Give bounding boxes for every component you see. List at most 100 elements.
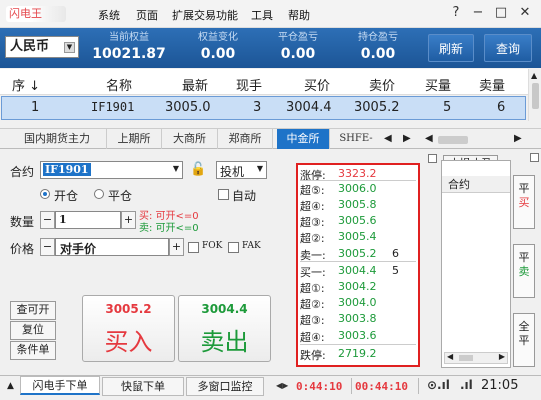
close-radio[interactable] xyxy=(94,189,104,199)
limit-up-price: 3323.2 xyxy=(338,167,377,180)
divider xyxy=(351,378,352,394)
qty-input[interactable]: 1 xyxy=(55,211,121,229)
depth-sell-label: 超②: xyxy=(300,232,325,245)
fak-checkbox[interactable] xyxy=(228,242,239,253)
col-header-name[interactable]: 名称 xyxy=(106,75,132,94)
conditional-order-button[interactable]: 条件单 xyxy=(10,341,56,360)
col-header-bid[interactable]: 买价 xyxy=(304,75,330,94)
exchange-time: 0:44:10 xyxy=(296,380,343,393)
sell-button[interactable]: 3004.4 卖出 xyxy=(178,295,271,362)
status-scroll-icon[interactable]: ◀▶ xyxy=(276,381,288,390)
btn-line: 平 xyxy=(518,251,530,264)
depth-buy-label: 超②: xyxy=(300,298,325,311)
price-plus-button[interactable]: + xyxy=(169,238,184,256)
depth-sell-price[interactable]: 3006.0 xyxy=(338,182,377,195)
close-buy-button[interactable]: 平买 xyxy=(513,175,535,229)
depth-bid1-label: 买一: xyxy=(300,266,326,279)
stop-panel-toggle[interactable] xyxy=(530,153,539,162)
tab-multi-window-monitor[interactable]: 多窗口监控 xyxy=(186,377,264,396)
depth-collapse-toggle[interactable] xyxy=(428,154,437,163)
tab-quick-mouse-order[interactable]: 快鼠下单 xyxy=(102,377,184,396)
fok-checkbox[interactable] xyxy=(188,242,199,253)
tab-dce[interactable]: 大商所 xyxy=(162,129,218,149)
clock-time: 21:05 xyxy=(481,378,519,393)
depth-buy-price[interactable]: 3004.0 xyxy=(338,296,377,309)
auto-checkbox[interactable] xyxy=(218,189,229,200)
tab-domestic-main[interactable]: 国内期货主力 xyxy=(8,129,107,149)
cell-index: 1 xyxy=(31,100,40,115)
depth-buy-price[interactable]: 3003.6 xyxy=(338,329,377,342)
qty-value: 1 xyxy=(59,213,67,226)
arrow-up-icon[interactable]: ▲ xyxy=(531,71,537,80)
depth-bid1-volume: 5 xyxy=(392,264,399,277)
hscroll-right-icon[interactable]: ▶ xyxy=(514,133,522,144)
tab-cffex[interactable]: 中金所 xyxy=(277,129,330,149)
depth-sell-label: 超⑤: xyxy=(300,184,325,197)
tab-czce[interactable]: 郑商所 xyxy=(218,129,273,149)
summary-value: 0.00 xyxy=(280,46,316,62)
hscroll-left-icon[interactable]: ◀ xyxy=(425,133,433,144)
tab-scroll-right-icon[interactable]: ▶ xyxy=(403,133,411,144)
depth-sell-price[interactable]: 3005.6 xyxy=(338,214,377,227)
currency-select[interactable]: 人民币 ▼ xyxy=(5,36,79,58)
menu-system[interactable]: 系统 xyxy=(98,7,120,23)
sell-label: 卖出 xyxy=(200,328,249,356)
btn-line: 全 xyxy=(518,320,530,333)
tab-shfe-en[interactable]: SHFE- xyxy=(335,129,377,149)
help-icon[interactable]: ? xyxy=(447,4,465,22)
menu-page[interactable]: 页面 xyxy=(136,7,158,23)
lock-icon[interactable]: 🔓 xyxy=(190,162,206,177)
col-header-ask-volume[interactable]: 卖量 xyxy=(479,75,505,94)
depth-sell-price[interactable]: 3005.4 xyxy=(338,230,377,243)
depth-buy-price[interactable]: 3003.8 xyxy=(338,312,377,325)
close-icon[interactable]: ✕ xyxy=(516,4,534,22)
minimize-icon[interactable]: − xyxy=(469,4,487,22)
depth-buy-price[interactable]: 3004.2 xyxy=(338,280,377,293)
depth-sell-price[interactable]: 3005.8 xyxy=(338,198,377,211)
col-header-last-volume[interactable]: 现手 xyxy=(236,75,262,94)
contract-label: 合约 xyxy=(10,165,35,179)
hscroll-thumb[interactable] xyxy=(438,136,468,144)
open-label: 开仓 xyxy=(54,189,79,203)
menu-tools[interactable]: 工具 xyxy=(251,7,273,23)
summary-label: 持仓盈亏 xyxy=(358,32,398,43)
panel-up-icon[interactable]: ▲ xyxy=(7,381,14,391)
contract-select[interactable]: IF1901 ▼ xyxy=(40,161,183,179)
btn-line: 买 xyxy=(518,196,530,209)
col-header-index[interactable]: 序 ↓ xyxy=(12,75,40,94)
buy-button[interactable]: 3005.2 买入 xyxy=(82,295,175,362)
col-header-last[interactable]: 最新 xyxy=(182,75,208,94)
price-minus-button[interactable]: − xyxy=(40,238,55,256)
stop-list-hscroll[interactable]: ◀ ▶ xyxy=(444,352,508,364)
tab-shfe[interactable]: 上期所 xyxy=(107,129,162,149)
maximize-icon[interactable]: □ xyxy=(492,4,510,22)
sell-price: 3004.4 xyxy=(201,302,248,316)
qty-plus-button[interactable]: + xyxy=(121,211,136,229)
query-button[interactable]: 查询 xyxy=(484,34,532,62)
col-header-ask[interactable]: 卖价 xyxy=(369,75,395,94)
depth-sell-label: 超④: xyxy=(300,200,325,213)
quote-scrollbar[interactable]: ▲ xyxy=(528,69,541,121)
app-logo: 闪电王 xyxy=(6,6,66,22)
menu-help[interactable]: 帮助 xyxy=(288,7,310,23)
chevron-down-icon: ▼ xyxy=(64,42,75,53)
col-header-bid-volume[interactable]: 买量 xyxy=(425,75,451,94)
depth-bid1-price[interactable]: 3004.4 xyxy=(338,264,377,277)
open-radio[interactable] xyxy=(40,189,50,199)
query-available-button[interactable]: 查可开 xyxy=(10,301,56,320)
hedge-select[interactable]: 投机 ▼ xyxy=(216,161,267,179)
reset-button[interactable]: 复位 xyxy=(10,321,56,340)
menu-extended-trading[interactable]: 扩展交易功能 xyxy=(172,7,238,23)
qty-minus-button[interactable]: − xyxy=(40,211,55,229)
close-sell-button[interactable]: 平卖 xyxy=(513,244,535,298)
depth-ask1-price[interactable]: 3005.2 xyxy=(338,247,377,260)
sell-available-hint: 卖: 可开<=0 xyxy=(139,223,199,234)
price-input[interactable]: 对手价 xyxy=(55,238,169,256)
summary-label: 当前权益 xyxy=(109,32,149,43)
refresh-button[interactable]: 刷新 xyxy=(428,34,474,62)
tab-scroll-left-icon[interactable]: ◀ xyxy=(384,133,392,144)
close-all-button[interactable]: 全平 xyxy=(513,313,535,367)
chevron-down-icon: ▼ xyxy=(256,164,263,173)
tab-lightning-order[interactable]: 闪电手下单 xyxy=(20,376,100,395)
scroll-thumb[interactable] xyxy=(532,83,539,109)
